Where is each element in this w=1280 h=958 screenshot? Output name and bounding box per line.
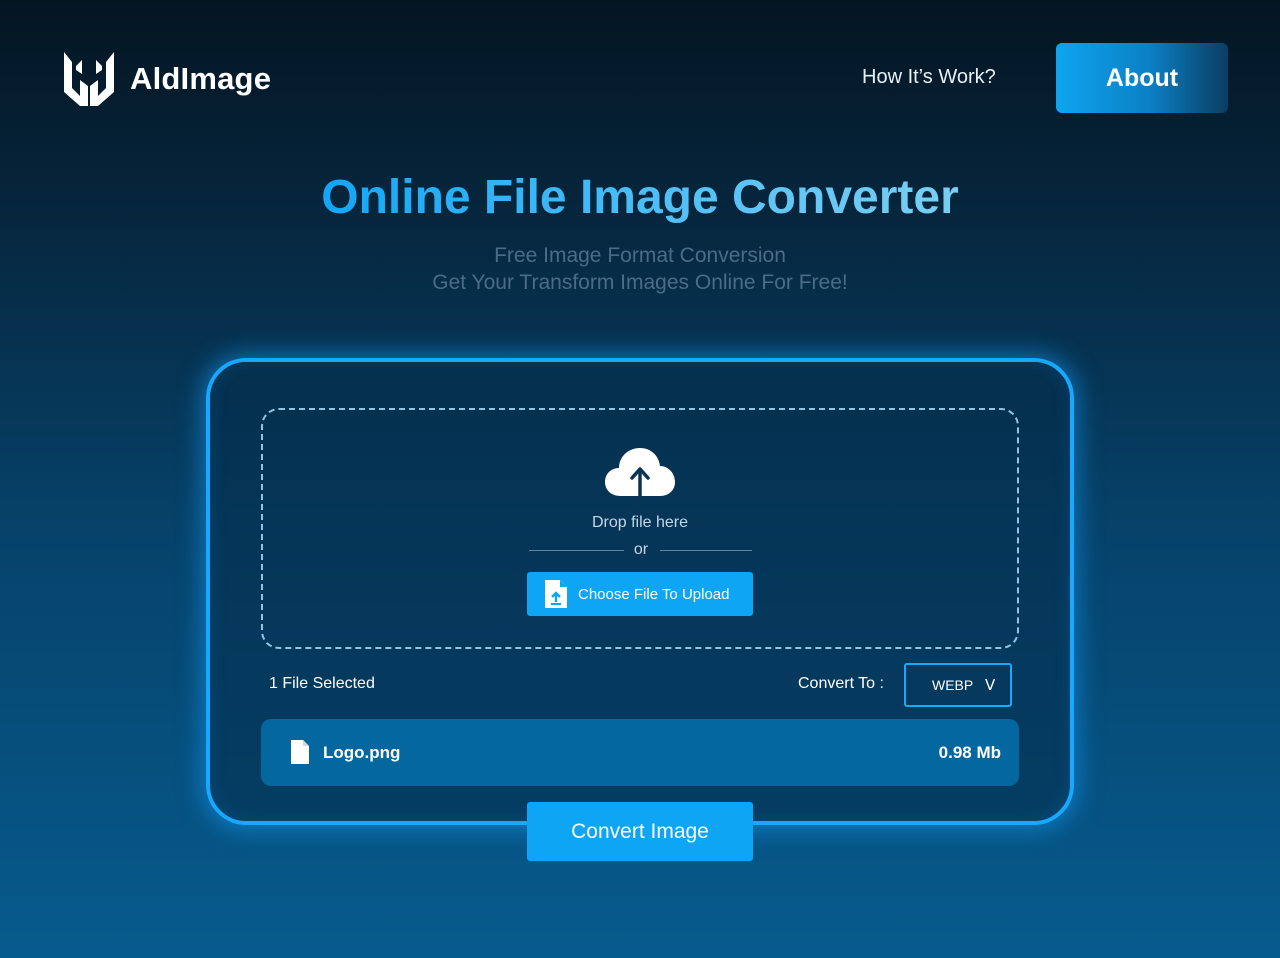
subtitle-line-1: Free Image Format Conversion <box>494 244 786 267</box>
or-text: or <box>633 541 649 558</box>
aldimage-logo-icon <box>64 52 114 106</box>
choose-file-button[interactable]: Choose File To Upload <box>527 572 753 616</box>
page-title: Online File Image Converter <box>321 171 959 224</box>
brand-name: AldImage <box>130 61 272 96</box>
subtitle-line-2: Get Your Transform Images Online For Fre… <box>432 271 848 294</box>
file-size: 0.98 Mb <box>938 743 1001 762</box>
format-value: WEBP <box>932 677 974 693</box>
about-button[interactable]: About <box>1056 43 1228 113</box>
file-icon <box>291 740 309 764</box>
files-selected-count: 1 File Selected <box>269 675 375 692</box>
convert-image-button[interactable]: Convert Image <box>527 802 753 861</box>
brand-logo[interactable]: AldImage <box>62 50 271 108</box>
cloud-upload-icon <box>605 448 675 502</box>
choose-file-label: Choose File To Upload <box>578 585 730 603</box>
nav-how-it-works[interactable]: How It’s Work? <box>862 66 996 89</box>
format-select[interactable]: WEBP V <box>904 663 1012 707</box>
convert-to-label: Convert To : <box>798 675 884 692</box>
file-list-item[interactable]: Logo.png 0.98 Mb <box>261 719 1019 786</box>
file-upload-icon <box>545 580 567 608</box>
file-name: Logo.png <box>323 743 401 762</box>
divider-right <box>660 550 752 551</box>
chevron-down-icon: V <box>985 676 996 694</box>
drop-file-text: Drop file here <box>591 514 689 531</box>
divider-left <box>529 550 624 551</box>
